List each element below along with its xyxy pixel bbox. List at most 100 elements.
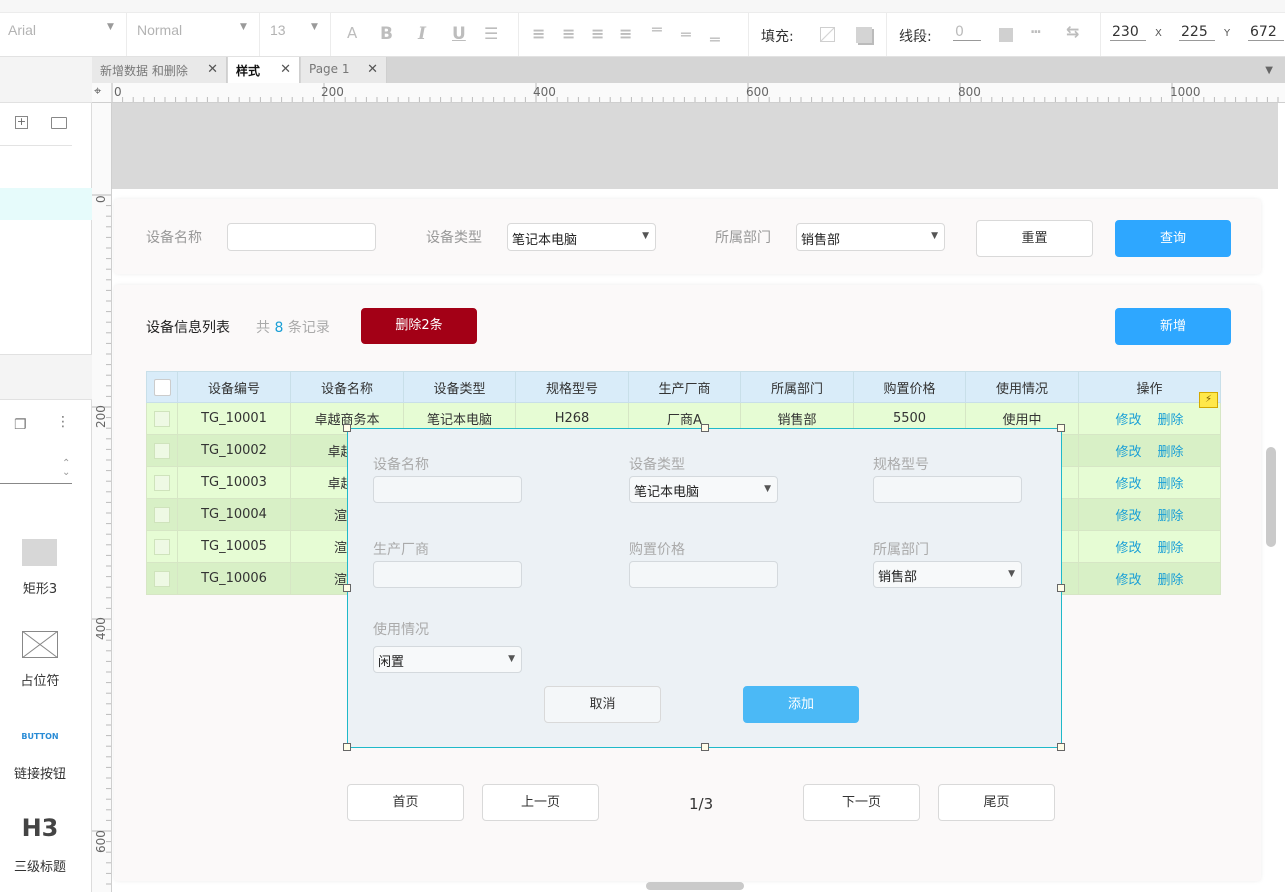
stroke-pattern-icon[interactable]: ┅ [1031, 22, 1041, 41]
resize-handle[interactable] [1057, 584, 1065, 592]
delete-link[interactable]: 删除 [1158, 573, 1184, 588]
row-checkbox-cell[interactable] [146, 562, 178, 595]
department-select[interactable]: 销售部 ▼ [796, 223, 945, 251]
tab-page1[interactable]: Page 1 ✕ [301, 57, 387, 83]
edit-link[interactable]: 修改 [1115, 477, 1141, 492]
column-header[interactable]: 使用情况 [965, 371, 1079, 403]
more-vertical-icon[interactable]: ⋮ [56, 414, 70, 430]
row-checkbox-cell[interactable] [146, 434, 178, 467]
prev-page-button[interactable]: 上一页 [482, 784, 599, 821]
width-input[interactable]: 230 [1110, 24, 1146, 41]
column-header[interactable]: 规格型号 [515, 371, 629, 403]
text-color-icon[interactable]: A [347, 24, 357, 42]
row-checkbox-cell[interactable] [146, 498, 178, 531]
tab-add-delete[interactable]: 新增数据 和删除 ✕ [92, 57, 227, 83]
resize-handle[interactable] [343, 424, 351, 432]
modal-vendor-input[interactable] [373, 561, 522, 588]
align-justify-icon[interactable]: ≡ [619, 24, 632, 43]
valign-bottom-icon[interactable]: ═ [710, 30, 720, 49]
edit-link[interactable]: 修改 [1115, 445, 1141, 460]
stroke-color-swatch[interactable] [999, 28, 1013, 42]
button-preview[interactable]: BUTTON [0, 732, 80, 741]
folder-icon[interactable] [51, 117, 67, 129]
row-checkbox[interactable] [154, 474, 170, 491]
device-name-input[interactable] [227, 223, 376, 251]
row-checkbox-cell[interactable] [146, 530, 178, 563]
bold-icon[interactable]: B [380, 24, 393, 44]
close-icon[interactable]: ✕ [280, 62, 291, 77]
column-header[interactable]: 生产厂商 [628, 371, 741, 403]
device-type-select[interactable]: 笔记本电脑 ▼ [507, 223, 656, 251]
align-left-icon[interactable]: ≡ [532, 24, 545, 43]
bullet-list-icon[interactable]: ☰ [484, 24, 498, 43]
delete-link[interactable]: 删除 [1158, 509, 1184, 524]
tab-style[interactable]: 样式 ✕ [228, 57, 300, 83]
fill-color-swatch[interactable] [820, 27, 835, 42]
column-header[interactable]: 购置价格 [853, 371, 966, 403]
resize-handle[interactable] [343, 743, 351, 751]
column-header[interactable]: 设备类型 [403, 371, 516, 403]
resize-handle[interactable] [701, 424, 709, 432]
modal-type-select[interactable]: 笔记本电脑 ▼ [629, 476, 778, 503]
modal-cancel-button[interactable]: 取消 [544, 686, 661, 723]
align-center-icon[interactable]: ≡ [562, 24, 575, 43]
vertical-scrollbar[interactable] [1266, 447, 1276, 547]
resize-handle[interactable] [1057, 424, 1065, 432]
close-icon[interactable]: ✕ [207, 62, 218, 77]
close-icon[interactable]: ✕ [367, 62, 378, 77]
query-button[interactable]: 查询 [1115, 220, 1231, 257]
edit-link[interactable]: 修改 [1115, 509, 1141, 524]
selected-page-row[interactable] [0, 188, 92, 220]
y-input[interactable]: 672 [1248, 24, 1284, 41]
edit-link[interactable]: 修改 [1115, 413, 1141, 428]
stroke-width-input[interactable]: 0 [953, 24, 981, 41]
rectangle-preview[interactable] [22, 539, 57, 566]
font-family-select[interactable]: Arial [8, 22, 36, 46]
reset-button[interactable]: 重置 [976, 220, 1093, 257]
first-page-button[interactable]: 首页 [347, 784, 464, 821]
edit-link[interactable]: 修改 [1115, 541, 1141, 556]
delete-link[interactable]: 删除 [1158, 477, 1184, 492]
valign-middle-icon[interactable]: ═ [681, 25, 691, 44]
delete-link[interactable]: 删除 [1158, 413, 1184, 428]
row-checkbox[interactable] [154, 506, 170, 523]
copy-icon[interactable]: ❐ [14, 417, 27, 433]
resize-handle[interactable] [343, 584, 351, 592]
next-page-button[interactable]: 下一页 [803, 784, 920, 821]
valign-top-icon[interactable]: ═ [652, 20, 662, 39]
batch-delete-button[interactable]: 删除2条 [361, 308, 477, 344]
h3-preview[interactable]: H3 [0, 814, 80, 842]
modal-price-input[interactable] [629, 561, 778, 588]
select-all-checkbox[interactable] [153, 378, 171, 396]
add-page-icon[interactable]: + [15, 116, 28, 129]
last-page-button[interactable]: 尾页 [938, 784, 1055, 821]
row-checkbox[interactable] [154, 570, 170, 587]
row-checkbox-cell[interactable] [146, 466, 178, 499]
library-item-link-button[interactable]: 链接按钮 [0, 763, 80, 782]
library-item-placeholder[interactable]: 占位符 [0, 670, 80, 689]
library-item-rectangle[interactable]: 矩形3 [0, 578, 80, 597]
delete-link[interactable]: 删除 [1158, 541, 1184, 556]
row-checkbox-cell[interactable] [146, 402, 178, 435]
arrow-style-icon[interactable]: ⇆ [1066, 22, 1079, 41]
spinner-icon[interactable]: ⌃ ⌄ [62, 459, 70, 478]
shadow-icon[interactable] [856, 27, 872, 43]
placeholder-icon[interactable] [22, 631, 58, 658]
design-canvas[interactable]: 设备名称 设备类型 笔记本电脑 ▼ 所属部门 销售部 ▼ 重置 查询 设备信息列… [112, 103, 1278, 892]
align-right-icon[interactable]: ≡ [591, 24, 604, 43]
edit-link[interactable]: 修改 [1115, 573, 1141, 588]
add-button[interactable]: 新增 [1115, 308, 1231, 345]
resize-handle[interactable] [1057, 743, 1065, 751]
row-checkbox[interactable] [154, 538, 170, 555]
library-item-h3[interactable]: 三级标题 [0, 856, 80, 875]
horizontal-scrollbar[interactable] [646, 882, 744, 890]
modal-spec-input[interactable] [873, 476, 1022, 503]
resize-handle[interactable] [701, 743, 709, 751]
select-all-cell[interactable] [146, 371, 178, 403]
underline-icon[interactable]: U [452, 24, 466, 44]
modal-dept-select[interactable]: 销售部 ▼ [873, 561, 1022, 588]
modal-add-button[interactable]: 添加 [743, 686, 859, 723]
row-checkbox[interactable] [154, 442, 170, 459]
font-style-select[interactable]: Normal [137, 22, 182, 46]
font-size-select[interactable]: 13 [270, 22, 286, 46]
